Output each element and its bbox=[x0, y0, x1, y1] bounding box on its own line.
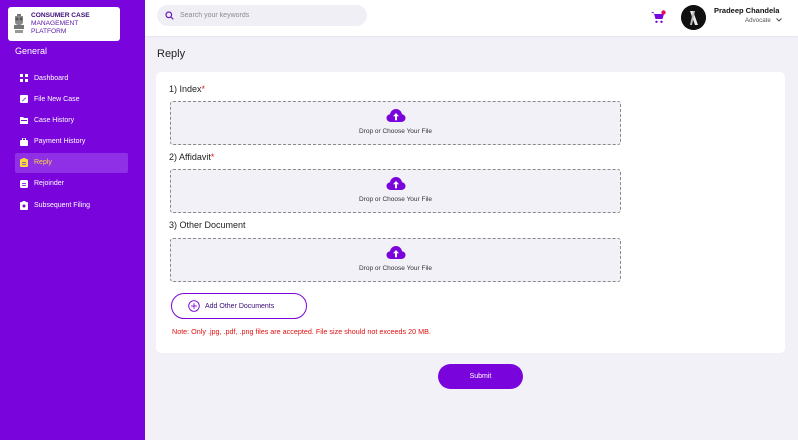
file-list-icon bbox=[19, 200, 28, 210]
sidebar-nav: Dashboard File New Case Case History Pay… bbox=[15, 68, 128, 216]
folder-icon bbox=[19, 116, 28, 125]
sidebar-section-label: General bbox=[15, 46, 48, 56]
search-icon bbox=[165, 11, 174, 20]
sidebar-item-file-new-case[interactable]: File New Case bbox=[15, 89, 128, 109]
document-label-other: 3) Other Document bbox=[169, 220, 246, 230]
cart-icon[interactable] bbox=[650, 10, 666, 24]
sidebar-item-label: Rejoinder bbox=[34, 180, 64, 188]
file-type-note: Note: Only .jpg, .pdf, .png files are ac… bbox=[172, 327, 431, 336]
top-bar: Pradeep Chandela Advocate bbox=[145, 0, 798, 36]
add-other-documents-button[interactable]: Add Other Documents bbox=[171, 293, 307, 319]
dropzone-index[interactable]: Drop or Choose Your File bbox=[170, 101, 621, 145]
reply-form-card: 1) Index* Drop or Choose Your File 2) Af… bbox=[156, 72, 785, 353]
sidebar-item-subsequent-filing[interactable]: Subsequent Filing bbox=[15, 195, 128, 215]
brand-logo[interactable]: CONSUMER CASE MANAGEMENT PLATFORM bbox=[8, 7, 120, 41]
sidebar-item-label: Payment History bbox=[34, 138, 86, 146]
user-name[interactable]: Pradeep Chandela bbox=[714, 6, 779, 15]
search-input[interactable] bbox=[180, 12, 360, 19]
dropzone-text: Drop or Choose Your File bbox=[359, 265, 432, 272]
sidebar-item-dashboard[interactable]: Dashboard bbox=[15, 68, 128, 88]
sidebar-item-label: File New Case bbox=[34, 95, 80, 103]
add-other-documents-label: Add Other Documents bbox=[205, 302, 275, 310]
national-emblem-icon bbox=[14, 14, 24, 33]
chevron-down-icon[interactable] bbox=[775, 16, 783, 24]
sidebar: CONSUMER CASE MANAGEMENT PLATFORM Genera… bbox=[0, 0, 145, 440]
submit-button[interactable]: Submit bbox=[438, 364, 523, 389]
sidebar-item-case-history[interactable]: Case History bbox=[15, 110, 128, 130]
avatar[interactable] bbox=[681, 5, 706, 30]
sidebar-item-rejoinder[interactable]: Rejoinder bbox=[15, 174, 128, 194]
required-marker: * bbox=[201, 84, 206, 94]
document-label-index: 1) Index* bbox=[169, 84, 205, 94]
sidebar-item-label: Case History bbox=[34, 116, 75, 124]
document-icon bbox=[19, 179, 28, 188]
document-label-text: 3) Other Document bbox=[169, 220, 246, 230]
dropzone-text: Drop or Choose Your File bbox=[359, 128, 432, 135]
user-silhouette-icon bbox=[681, 5, 706, 30]
cloud-upload-icon bbox=[386, 246, 406, 259]
page-title: Reply bbox=[157, 48, 186, 60]
dropzone-text: Drop or Choose Your File bbox=[359, 196, 432, 203]
brand-line-2: MANAGEMENT bbox=[31, 20, 79, 27]
clipboard-icon bbox=[19, 158, 28, 168]
user-role: Advocate bbox=[745, 17, 771, 24]
brand-line-1: CONSUMER CASE bbox=[31, 12, 90, 19]
document-label-text: 1) Index bbox=[169, 84, 202, 94]
edit-icon bbox=[19, 95, 28, 104]
cloud-upload-icon bbox=[386, 109, 406, 122]
plus-circle-icon bbox=[188, 300, 200, 312]
briefcase-icon bbox=[19, 137, 28, 146]
sidebar-item-label: Reply bbox=[34, 159, 52, 167]
brand-text: CONSUMER CASE MANAGEMENT PLATFORM bbox=[31, 12, 90, 36]
document-label-affidavit: 2) Affidavit* bbox=[169, 152, 214, 162]
search-box bbox=[157, 5, 367, 26]
cloud-upload-icon bbox=[386, 177, 406, 190]
sidebar-item-payment-history[interactable]: Payment History bbox=[15, 132, 128, 152]
sidebar-item-label: Subsequent Filing bbox=[34, 201, 91, 209]
document-label-text: 2) Affidavit bbox=[169, 152, 211, 162]
sidebar-item-label: Dashboard bbox=[34, 74, 69, 82]
brand-line-3: PLATFORM bbox=[31, 28, 67, 35]
dropzone-other-document[interactable]: Drop or Choose Your File bbox=[170, 238, 621, 282]
sidebar-item-reply[interactable]: Reply bbox=[15, 152, 128, 173]
grid-icon bbox=[19, 74, 28, 83]
required-marker: * bbox=[210, 152, 215, 162]
dropzone-affidavit[interactable]: Drop or Choose Your File bbox=[170, 169, 621, 213]
